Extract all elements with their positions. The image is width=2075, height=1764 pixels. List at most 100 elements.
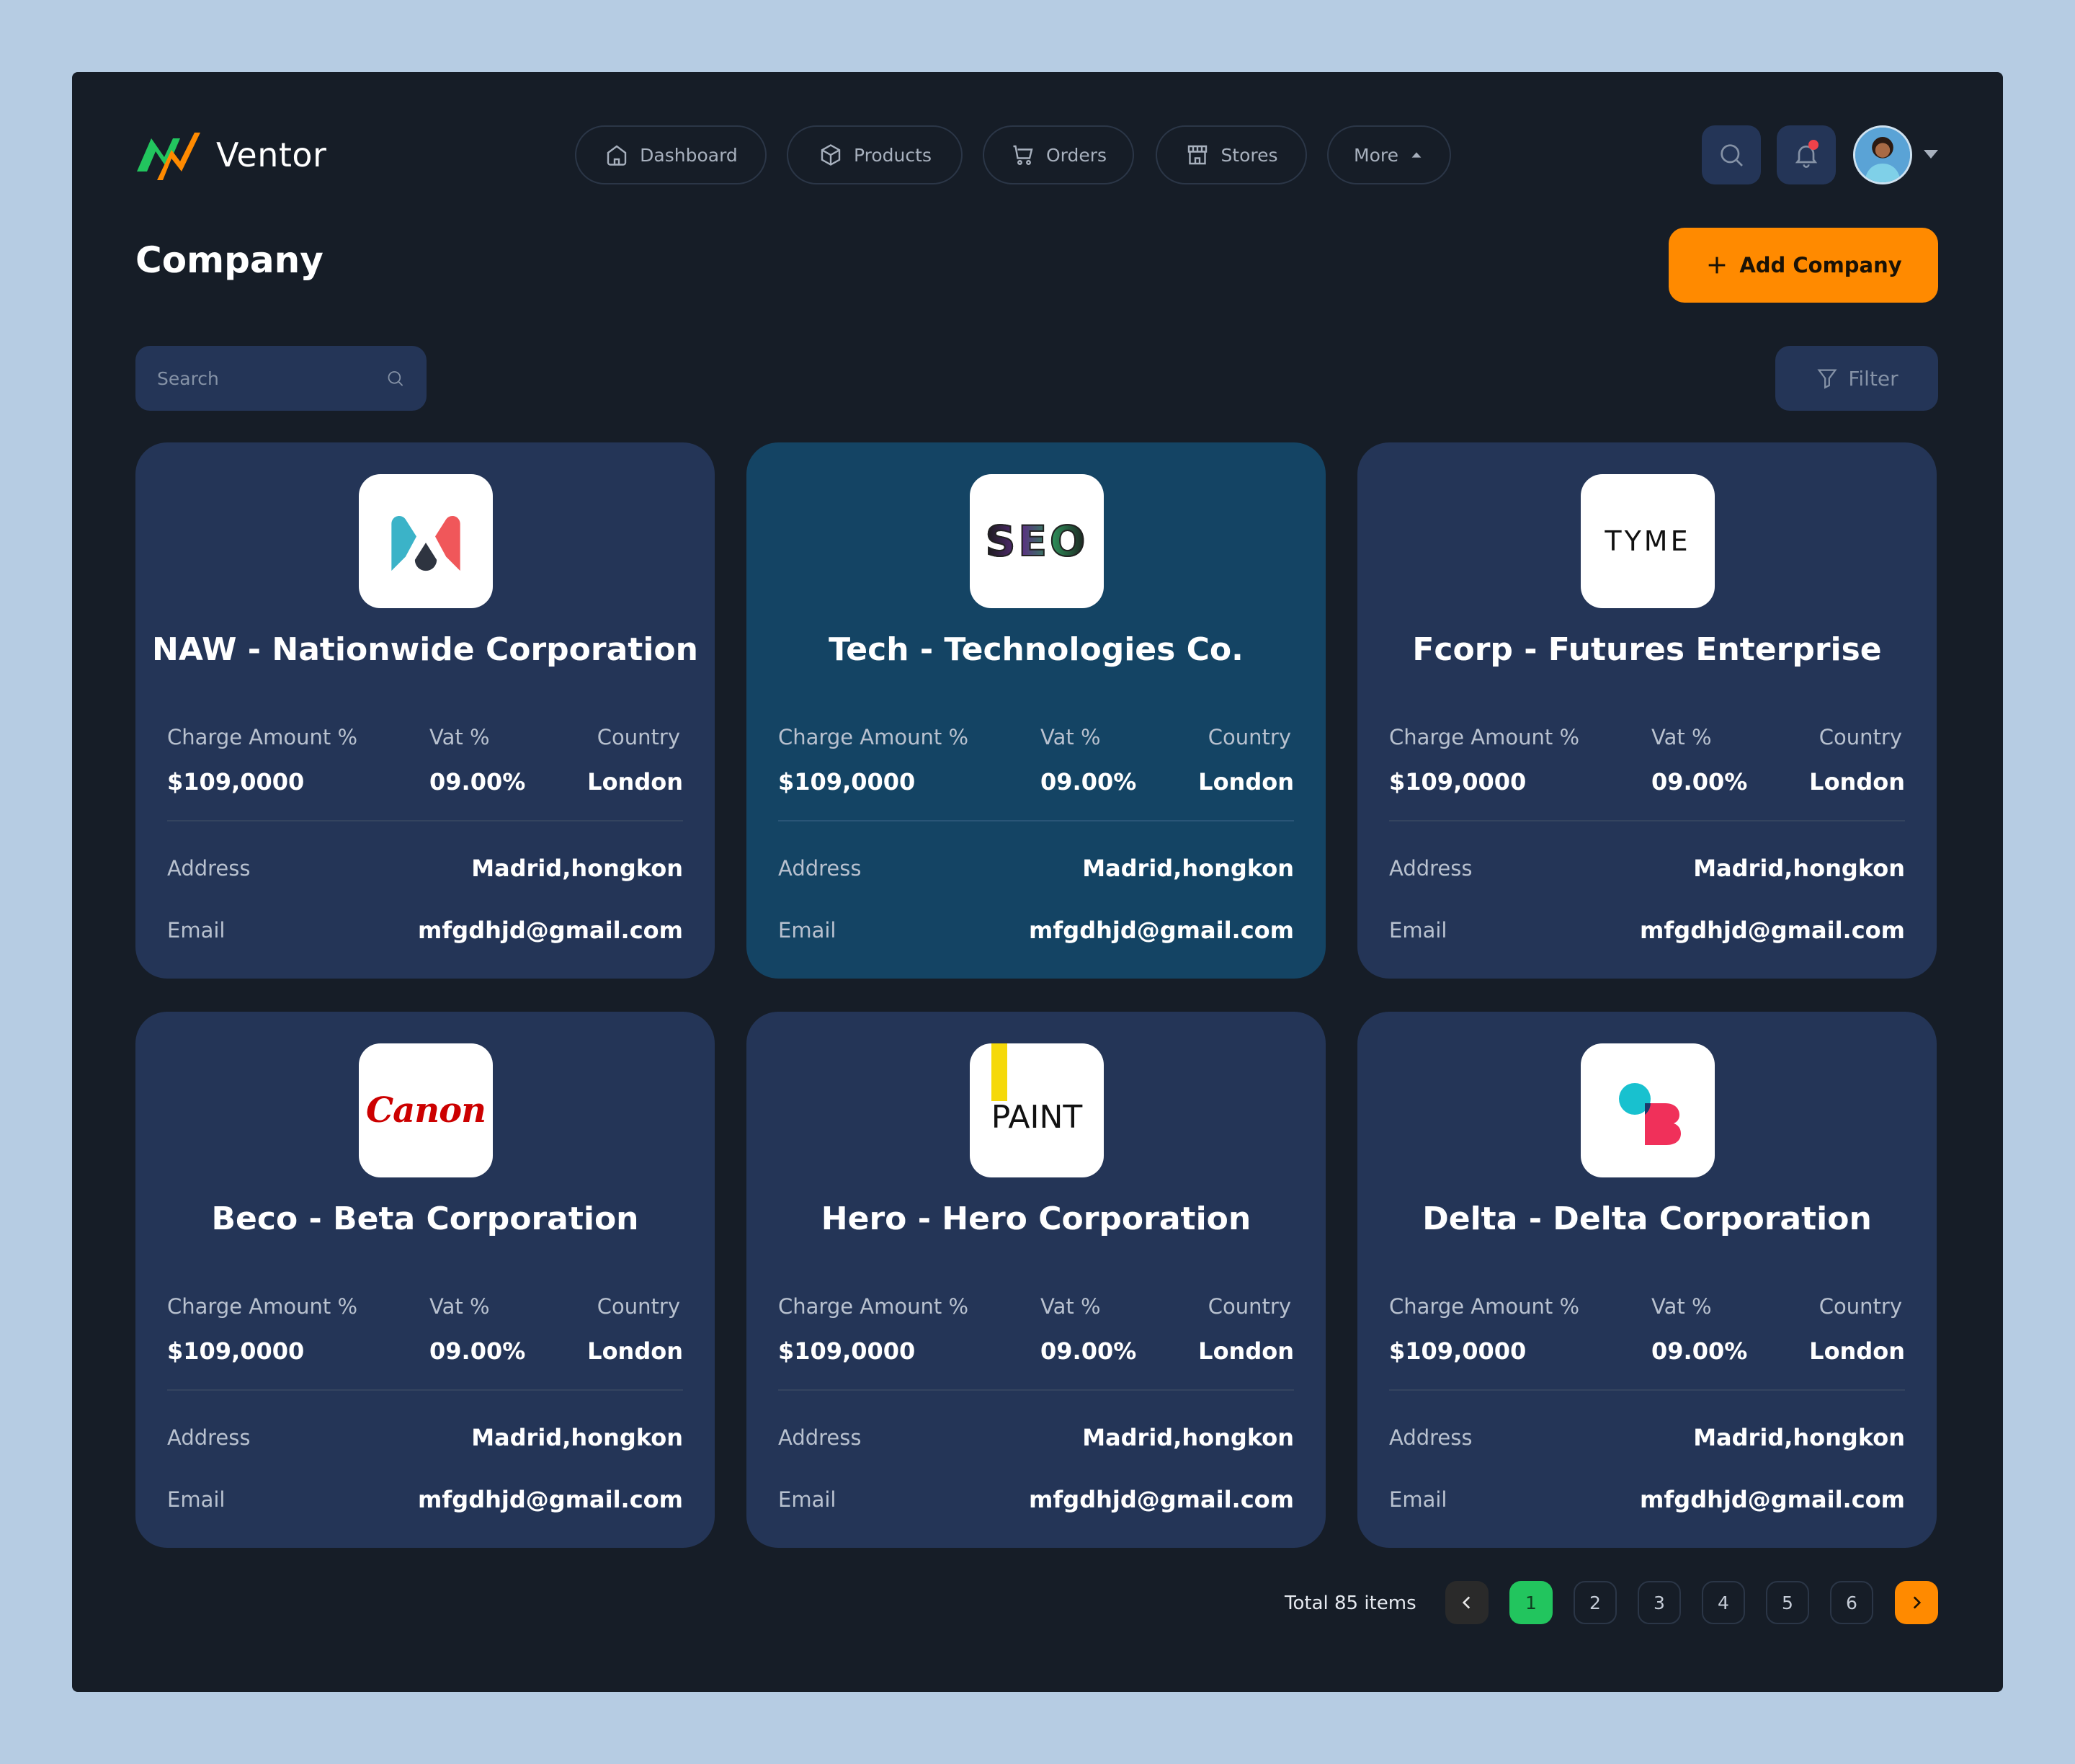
address-label: Address bbox=[167, 856, 251, 881]
card-divider bbox=[778, 1389, 1294, 1391]
card-divider bbox=[167, 820, 683, 821]
vat-value: 09.00% bbox=[429, 1337, 526, 1365]
email-value[interactable]: mfgdhjd@gmail.com bbox=[418, 917, 683, 944]
address-value: Madrid,hongkon bbox=[471, 855, 683, 882]
country-value: London bbox=[1198, 768, 1294, 796]
email-value[interactable]: mfgdhjd@gmail.com bbox=[1029, 917, 1294, 944]
nav-more[interactable]: More bbox=[1327, 125, 1451, 184]
card-divider bbox=[167, 1389, 683, 1391]
card-divider bbox=[1389, 1389, 1905, 1391]
filter-label: Filter bbox=[1848, 366, 1898, 391]
company-card[interactable]: Canon Beco - Beta Corporation Charge Amoun… bbox=[135, 1012, 715, 1548]
email-value[interactable]: mfgdhjd@gmail.com bbox=[1640, 1486, 1905, 1513]
nav-products-label: Products bbox=[854, 144, 932, 166]
page-5-button[interactable]: 5 bbox=[1766, 1581, 1809, 1624]
ventor-logo-icon bbox=[137, 133, 200, 180]
delta-logo bbox=[1581, 1043, 1715, 1177]
country-label: Country bbox=[1819, 1294, 1902, 1319]
box-icon bbox=[821, 144, 841, 166]
nav-products[interactable]: Products bbox=[787, 125, 963, 184]
charge-amount-value: $109,0000 bbox=[167, 768, 305, 796]
vat-label: Vat % bbox=[1040, 725, 1101, 749]
company-card[interactable]: PAINT Hero - Hero Corporation Charge Amoun… bbox=[746, 1012, 1326, 1548]
email-label: Email bbox=[1389, 918, 1447, 943]
page-title: Company bbox=[135, 239, 323, 281]
nav-more-label: More bbox=[1354, 144, 1398, 166]
email-label: Email bbox=[167, 918, 226, 943]
notifications-button[interactable] bbox=[1777, 125, 1836, 184]
search-icon[interactable] bbox=[385, 365, 405, 392]
tyme-logo: TYME bbox=[1581, 474, 1715, 608]
nav-stores-label: Stores bbox=[1221, 144, 1278, 166]
page-4-button[interactable]: 4 bbox=[1702, 1581, 1745, 1624]
company-name[interactable]: Delta - Delta Corporation bbox=[1357, 1200, 1937, 1237]
country-value: London bbox=[1198, 1337, 1294, 1365]
company-name[interactable]: Beco - Beta Corporation bbox=[135, 1200, 715, 1237]
account-dropdown-caret[interactable] bbox=[1924, 150, 1938, 159]
next-page-button[interactable] bbox=[1895, 1581, 1938, 1624]
vat-label: Vat % bbox=[1651, 725, 1712, 749]
charge-amount-label: Charge Amount % bbox=[167, 1294, 358, 1319]
vat-label: Vat % bbox=[1651, 1294, 1712, 1319]
user-avatar[interactable] bbox=[1853, 125, 1912, 184]
company-card[interactable]: Delta - Delta Corporation Charge Amount %… bbox=[1357, 1012, 1937, 1548]
company-card[interactable]: NAW - Nationwide Corporation Charge Amoun… bbox=[135, 442, 715, 979]
paint-logo: PAINT bbox=[970, 1043, 1104, 1177]
country-value: London bbox=[1809, 768, 1905, 796]
vat-label: Vat % bbox=[429, 1294, 490, 1319]
notification-dot bbox=[1808, 140, 1819, 150]
m-logo bbox=[359, 474, 493, 608]
company-card[interactable]: SEO Tech - Technologies Co. Charge Amount … bbox=[746, 442, 1326, 979]
vat-value: 09.00% bbox=[1651, 1337, 1748, 1365]
country-label: Country bbox=[1208, 725, 1291, 749]
app-logo[interactable]: Ventor bbox=[135, 128, 326, 182]
address-value: Madrid,hongkon bbox=[1082, 1424, 1294, 1451]
email-value[interactable]: mfgdhjd@gmail.com bbox=[418, 1486, 683, 1513]
search-input[interactable] bbox=[157, 368, 385, 389]
company-card[interactable]: TYME Fcorp - Futures Enterprise Charge Amo… bbox=[1357, 442, 1937, 979]
search-box bbox=[135, 346, 427, 411]
email-value[interactable]: mfgdhjd@gmail.com bbox=[1640, 917, 1905, 944]
nav-orders[interactable]: Orders bbox=[983, 125, 1134, 184]
charge-amount-label: Charge Amount % bbox=[778, 1294, 969, 1319]
page-3-button[interactable]: 3 bbox=[1638, 1581, 1681, 1624]
email-label: Email bbox=[1389, 1487, 1447, 1512]
filter-button[interactable]: Filter bbox=[1775, 346, 1938, 411]
charge-amount-value: $109,0000 bbox=[778, 1337, 916, 1365]
email-value[interactable]: mfgdhjd@gmail.com bbox=[1029, 1486, 1294, 1513]
caret-up-icon bbox=[1411, 152, 1422, 158]
card-divider bbox=[778, 820, 1294, 821]
charge-amount-value: $109,0000 bbox=[1389, 1337, 1527, 1365]
prev-page-button[interactable] bbox=[1445, 1581, 1489, 1624]
plus-icon bbox=[1708, 257, 1726, 274]
page-6-button[interactable]: 6 bbox=[1830, 1581, 1873, 1624]
company-name[interactable]: Tech - Technologies Co. bbox=[746, 631, 1326, 668]
nav-stores[interactable]: Stores bbox=[1156, 125, 1307, 184]
paint-roller-icon bbox=[991, 1043, 1007, 1101]
address-label: Address bbox=[1389, 856, 1473, 881]
logo-text: SEO bbox=[985, 516, 1089, 566]
add-company-button[interactable]: Add Company bbox=[1669, 228, 1938, 303]
avatar-image bbox=[1855, 128, 1910, 182]
address-label: Address bbox=[778, 1425, 862, 1450]
canon-logo: Canon bbox=[359, 1043, 493, 1177]
page-1-button[interactable]: 1 bbox=[1509, 1581, 1553, 1624]
logo-text: TYME bbox=[1605, 525, 1691, 557]
company-name[interactable]: Fcorp - Futures Enterprise bbox=[1357, 631, 1937, 668]
search-button[interactable] bbox=[1702, 125, 1761, 184]
company-name[interactable]: NAW - Nationwide Corporation bbox=[135, 631, 715, 668]
country-label: Country bbox=[1819, 725, 1902, 749]
charge-amount-label: Charge Amount % bbox=[1389, 1294, 1580, 1319]
nav-dashboard-label: Dashboard bbox=[640, 144, 738, 166]
nav-dashboard[interactable]: Dashboard bbox=[575, 125, 767, 184]
home-icon bbox=[607, 145, 627, 166]
company-name[interactable]: Hero - Hero Corporation bbox=[746, 1200, 1326, 1237]
country-label: Country bbox=[1208, 1294, 1291, 1319]
chevron-left-icon bbox=[1462, 1596, 1471, 1609]
store-icon bbox=[1188, 145, 1208, 165]
country-label: Country bbox=[597, 1294, 680, 1319]
search-icon bbox=[1721, 144, 1743, 166]
vat-value: 09.00% bbox=[1040, 768, 1137, 796]
page-2-button[interactable]: 2 bbox=[1574, 1581, 1617, 1624]
email-label: Email bbox=[778, 918, 836, 943]
